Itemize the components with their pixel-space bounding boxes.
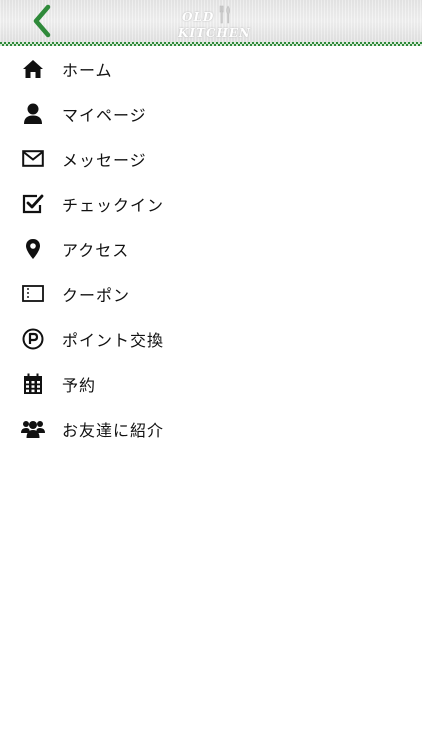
envelope-icon [21, 147, 45, 171]
side-menu: ホーム マイページ メッセージ チェックイン アクセス クーポン ポイント交換 … [0, 46, 422, 451]
menu-label-reservation: 予約 [62, 375, 97, 395]
calendar-icon [21, 372, 45, 396]
coupon-icon [21, 282, 45, 306]
point-icon [21, 327, 45, 351]
menu-label-coupon: クーポン [62, 285, 131, 305]
menu-label-access: アクセス [62, 240, 130, 260]
menu-item-home[interactable]: ホーム [0, 46, 422, 91]
users-icon [21, 417, 45, 441]
menu-label-points: ポイント交換 [62, 330, 165, 350]
menu-item-points[interactable]: ポイント交換 [0, 316, 422, 361]
chevron-left-icon [33, 4, 51, 38]
logo-line-2: KITCHEN [178, 26, 251, 40]
cutlery-icon [219, 5, 231, 24]
home-icon [21, 57, 45, 81]
menu-item-refer-friend[interactable]: お友達に紹介 [0, 406, 422, 451]
menu-label-home: ホーム [62, 60, 113, 80]
menu-item-message[interactable]: メッセージ [0, 136, 422, 181]
checkbox-icon [21, 192, 45, 216]
menu-label-mypage: マイページ [62, 105, 147, 125]
user-icon [21, 102, 45, 126]
menu-item-coupon[interactable]: クーポン [0, 271, 422, 316]
menu-item-reservation[interactable]: 予約 [0, 361, 422, 406]
menu-label-refer-friend: お友達に紹介 [62, 420, 165, 440]
menu-item-access[interactable]: アクセス [0, 226, 422, 271]
menu-item-checkin[interactable]: チェックイン [0, 181, 422, 226]
brand-logo: OLD KITCHEN [176, 4, 256, 42]
menu-label-message: メッセージ [62, 150, 147, 170]
menu-item-mypage[interactable]: マイページ [0, 91, 422, 136]
menu-label-checkin: チェックイン [62, 195, 165, 215]
header-bar: OLD KITCHEN [0, 0, 422, 42]
back-button[interactable] [28, 4, 58, 38]
app-root: OLD KITCHEN ホーム マイページ メッセージ チェックイン アクセス … [0, 0, 422, 750]
logo-line-1: OLD [182, 10, 215, 24]
map-pin-icon [21, 237, 45, 261]
